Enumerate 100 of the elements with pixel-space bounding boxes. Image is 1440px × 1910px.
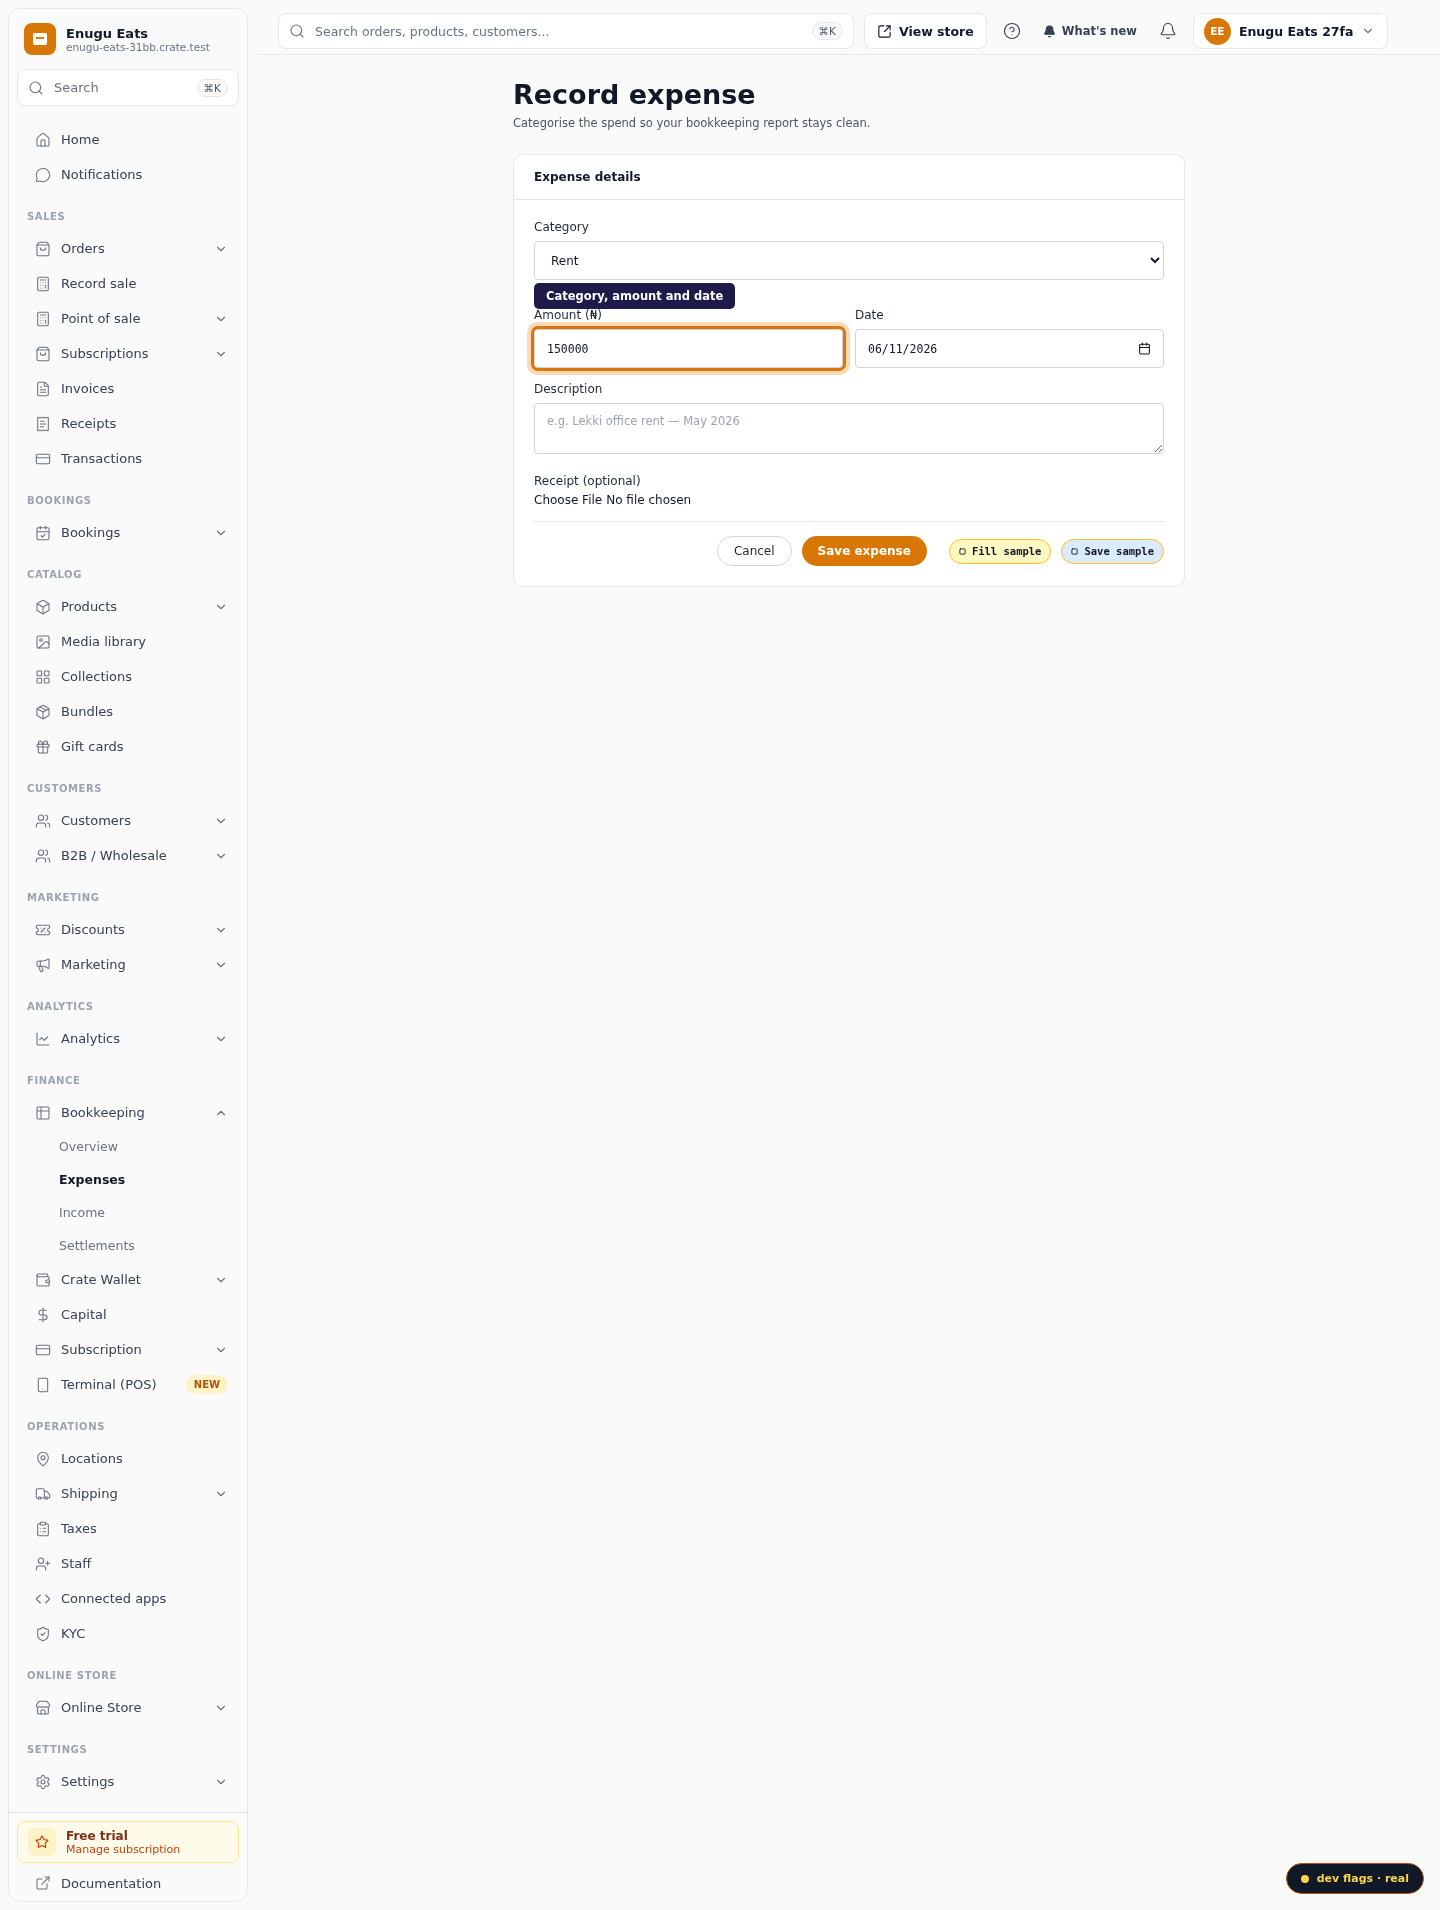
box-icon bbox=[35, 598, 51, 615]
sidebar-item[interactable]: Gift cards bbox=[17, 729, 239, 764]
choose-file-button[interactable]: Choose File bbox=[534, 493, 603, 507]
view-store-button[interactable]: View store bbox=[864, 13, 987, 49]
sidebar-item[interactable]: Home bbox=[17, 122, 239, 157]
sidebar-item[interactable]: Notifications bbox=[17, 157, 239, 192]
amount-field[interactable]: 150000 bbox=[534, 329, 843, 368]
sidebar-item[interactable]: KYC bbox=[17, 1616, 239, 1651]
store-logo-icon bbox=[24, 23, 56, 55]
sidebar-subitem[interactable]: Expenses bbox=[17, 1163, 239, 1196]
field-label: Category bbox=[534, 220, 590, 234]
sidebar-item[interactable]: Collections bbox=[17, 659, 239, 694]
store-name: Enugu Eats bbox=[66, 25, 150, 41]
gift-icon bbox=[35, 738, 51, 755]
sidebar-item[interactable]: B2B / Wholesale bbox=[17, 838, 239, 873]
sidebar-item[interactable]: Invoices bbox=[17, 371, 239, 406]
register-icon bbox=[35, 275, 51, 292]
search-icon bbox=[28, 79, 44, 96]
external-link-icon bbox=[877, 23, 892, 39]
shield-icon bbox=[35, 1625, 51, 1642]
calendar-icon bbox=[1138, 342, 1151, 355]
whats-new-button[interactable]: What's new bbox=[1036, 20, 1143, 42]
account-menu[interactable]: EE Enugu Eats 27fa bbox=[1192, 13, 1389, 49]
receipt-icon bbox=[35, 415, 51, 432]
sidebar-item[interactable]: Staff bbox=[17, 1546, 239, 1581]
dev-flags-pill[interactable]: dev flags · real bbox=[1285, 1863, 1424, 1894]
sidebar-item[interactable]: Subscription bbox=[17, 1332, 239, 1367]
calendar-icon bbox=[35, 524, 51, 541]
sidebar-item[interactable]: Bookings bbox=[17, 515, 239, 550]
sidebar-item[interactable]: Products bbox=[17, 589, 239, 624]
fill-sample-button[interactable]: Fill sample bbox=[948, 538, 1052, 564]
sidebar-item[interactable]: Taxes bbox=[17, 1511, 239, 1546]
section-heading: SETTINGS bbox=[26, 1743, 89, 1757]
sidebar-item[interactable]: Marketing bbox=[17, 947, 239, 982]
page-subtitle: Categorise the spend so your bookkeeping report stays clean. bbox=[513, 116, 872, 130]
section-heading: OPERATIONS bbox=[26, 1420, 106, 1434]
tooltip: Category, amount and date bbox=[534, 283, 736, 309]
search-field[interactable]: Search ⌘K bbox=[17, 69, 239, 106]
chat-bubble-icon bbox=[35, 166, 51, 183]
truck-icon bbox=[35, 1485, 51, 1502]
table-icon bbox=[35, 1104, 51, 1121]
search-field[interactable]: Search orders, products, customers... ⌘K bbox=[278, 13, 854, 49]
dollar-icon bbox=[35, 1306, 51, 1323]
sidebar-item[interactable]: Bookkeeping bbox=[17, 1095, 239, 1130]
package-icon bbox=[35, 703, 51, 720]
sidebar-item[interactable]: Discounts bbox=[17, 912, 239, 947]
sidebar-subitem[interactable]: Overview bbox=[17, 1130, 239, 1163]
sidebar-item[interactable]: Record sale bbox=[17, 266, 239, 301]
section-heading: CUSTOMERS bbox=[26, 782, 104, 796]
trial-link: Manage subscription bbox=[66, 1842, 181, 1856]
bell-icon bbox=[1042, 24, 1056, 38]
card-title: Expense details bbox=[514, 155, 1184, 200]
sidebar-item[interactable]: Customers bbox=[17, 803, 239, 838]
pin-icon bbox=[35, 1450, 51, 1467]
documentation-link[interactable]: Documentation bbox=[17, 1863, 239, 1895]
category-select[interactable]: Rent bbox=[534, 241, 1164, 280]
sidebar-item[interactable]: Capital bbox=[17, 1297, 239, 1332]
sidebar-item[interactable]: Subscriptions bbox=[17, 336, 239, 371]
help-icon bbox=[1002, 22, 1021, 40]
trial-card[interactable]: Free trial Manage subscription bbox=[17, 1821, 239, 1863]
sidebar-item[interactable]: Shipping bbox=[17, 1476, 239, 1511]
shortcut-hint: ⌘K bbox=[811, 22, 843, 40]
document-icon bbox=[35, 380, 51, 397]
bag-icon bbox=[35, 345, 51, 362]
store-domain: enugu-eats-31bb.crate.test bbox=[66, 40, 210, 53]
wallet-icon bbox=[35, 1271, 51, 1288]
sidebar-item[interactable]: Online Store bbox=[17, 1690, 239, 1725]
cancel-button[interactable]: Cancel bbox=[716, 536, 792, 566]
sidebar-item[interactable]: Locations bbox=[17, 1441, 239, 1476]
sidebar-item[interactable]: Connected apps bbox=[17, 1581, 239, 1616]
page-title: Record expense bbox=[513, 79, 757, 110]
new-badge: NEW bbox=[185, 1375, 228, 1394]
sidebar-item[interactable]: Transactions bbox=[17, 441, 239, 476]
field-label: Description bbox=[534, 382, 604, 396]
star-icon bbox=[35, 1835, 49, 1849]
sidebar-item[interactable]: Terminal (POS) NEW bbox=[17, 1367, 239, 1402]
shortcut-hint: ⌘K bbox=[196, 78, 228, 97]
grid-icon bbox=[35, 668, 51, 685]
save-sample-button[interactable]: Save sample bbox=[1061, 538, 1164, 564]
register-icon bbox=[35, 310, 51, 327]
avatar: EE bbox=[1203, 17, 1231, 45]
sidebar-item[interactable]: Receipts bbox=[17, 406, 239, 441]
image-icon bbox=[35, 633, 51, 650]
section-heading: BOOKINGS bbox=[26, 494, 93, 508]
sidebar-subitem[interactable]: Settlements bbox=[17, 1229, 239, 1262]
sidebar-item[interactable]: Crate Wallet bbox=[17, 1262, 239, 1297]
section-heading: ANALYTICS bbox=[26, 1000, 95, 1014]
sidebar-item[interactable]: Analytics bbox=[17, 1021, 239, 1056]
sidebar-item[interactable]: Media library bbox=[17, 624, 239, 659]
settings-icon bbox=[35, 1773, 51, 1790]
users-icon bbox=[35, 847, 51, 864]
sidebar-item[interactable]: Settings bbox=[17, 1764, 239, 1799]
sidebar-item[interactable]: Orders bbox=[17, 231, 239, 266]
sidebar-subitem[interactable]: Income bbox=[17, 1196, 239, 1229]
section-heading: ONLINE STORE bbox=[26, 1669, 118, 1683]
sidebar-item[interactable]: Bundles bbox=[17, 694, 239, 729]
description-field[interactable]: e.g. Lekki office rent — May 2026 bbox=[534, 403, 1164, 454]
date-field[interactable]: 06/11/2026 bbox=[855, 329, 1164, 368]
sidebar-item[interactable]: Point of sale bbox=[17, 301, 239, 336]
search-icon bbox=[289, 23, 305, 39]
